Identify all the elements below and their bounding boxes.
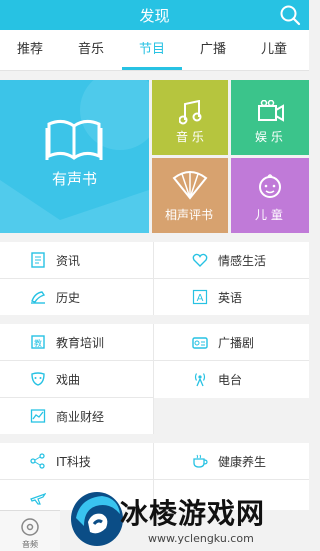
category-group-1: 资讯 情感生活 历史 A 英语 [0, 242, 309, 315]
bottom-nav-audio[interactable]: 音频 [0, 510, 60, 551]
radio-drama-icon [192, 337, 208, 349]
tile-kids-label: 儿 童 [255, 208, 283, 222]
tile-audiobooks-label: 有声书 [51, 170, 97, 188]
tile-music-label: 音 乐 [176, 130, 204, 144]
tab-broadcast[interactable]: 广播 [183, 30, 243, 70]
tile-entertainment-label: 娱 乐 [255, 130, 283, 144]
active-tab-indicator [122, 67, 182, 70]
music-note-icon [179, 100, 202, 125]
category-station[interactable]: 电台 [0, 361, 309, 397]
tile-entertainment[interactable]: 娱 乐 [231, 80, 309, 155]
tile-crosstalk-label: 相声评书 [165, 208, 214, 222]
category-tabs: 推荐 音乐 节目 广播 儿童 [0, 30, 309, 71]
divider [0, 360, 309, 361]
category-health[interactable]: 健康养生 [0, 443, 309, 479]
category-radio-drama[interactable]: 广播剧 [0, 324, 309, 360]
divider [153, 324, 154, 434]
featured-tiles: 有声书 音 乐 娱 乐 相声评书 儿 童 [0, 80, 309, 235]
tab-recommend[interactable]: 推荐 [0, 30, 60, 70]
category-label: 健康养生 [218, 455, 267, 469]
heart-icon [192, 253, 208, 267]
book-icon [45, 119, 103, 160]
search-icon[interactable] [279, 4, 301, 26]
category-label: 商业财经 [56, 410, 105, 424]
tab-programs[interactable]: 节目 [122, 30, 182, 70]
top-bar: 发现 [0, 0, 309, 30]
category-label: 情感生活 [218, 254, 267, 268]
page-title: 发现 [139, 7, 170, 25]
category-english[interactable]: A 英语 [0, 279, 309, 315]
category-label: 电台 [218, 373, 243, 387]
category-group-2: 教 教育培训 广播剧 戏曲 电台 商业财经 [0, 324, 309, 434]
divider [0, 278, 309, 279]
category-label: 英语 [218, 291, 243, 305]
tile-music[interactable]: 音 乐 [152, 80, 228, 155]
divider [0, 479, 309, 480]
svg-text:A: A [197, 293, 204, 304]
video-camera-icon [258, 100, 284, 122]
tile-crosstalk[interactable]: 相声评书 [152, 158, 228, 233]
watermark-logo [71, 492, 123, 546]
antenna-icon [194, 373, 206, 387]
tile-audiobooks[interactable]: 有声书 [0, 80, 149, 233]
tab-kids[interactable]: 儿童 [244, 30, 304, 70]
fan-icon [172, 171, 208, 200]
category-business[interactable]: 商业财经 [0, 398, 152, 434]
airplane-icon [30, 493, 46, 505]
tile-kids[interactable]: 儿 童 [231, 158, 309, 233]
watermark-url: www.yclengku.com [148, 532, 254, 545]
category-label: 广播剧 [218, 336, 255, 350]
divider [0, 397, 153, 398]
tab-music[interactable]: 音乐 [61, 30, 121, 70]
child-face-icon [259, 174, 281, 198]
chart-icon [30, 409, 46, 423]
divider [153, 242, 154, 315]
category-emotion[interactable]: 情感生活 [0, 242, 309, 278]
english-icon: A [192, 289, 208, 305]
disc-icon [21, 518, 39, 536]
cup-icon [193, 454, 208, 468]
bottom-nav-label: 音频 [22, 540, 38, 549]
empty-cell [154, 398, 309, 434]
watermark-text: 冰棱游戏网 [120, 497, 266, 530]
